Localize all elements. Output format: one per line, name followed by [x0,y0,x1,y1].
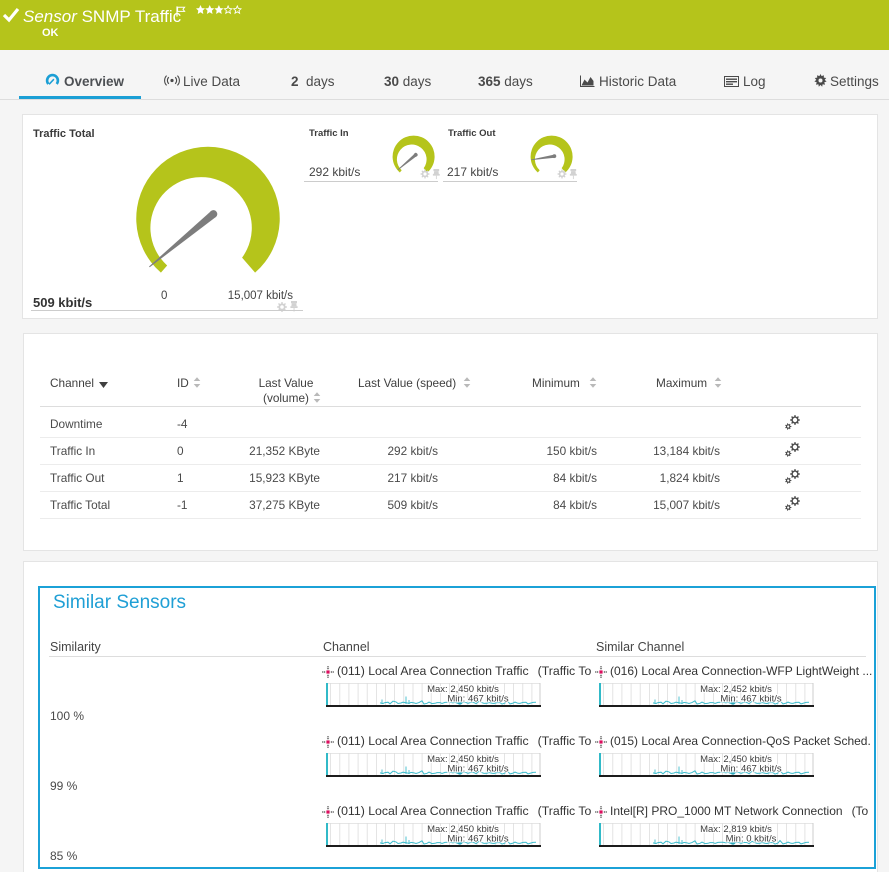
svg-text:Min: 467 kbit/s: Min: 467 kbit/s [447,764,508,775]
svg-text:Min: 467 kbit/s: Min: 467 kbit/s [447,834,508,845]
svg-text:Min: 467 kbit/s: Min: 467 kbit/s [720,694,781,705]
svg-text:Min: 0 kbit/s: Min: 0 kbit/s [726,834,777,845]
svg-text:Min: 467 kbit/s: Min: 467 kbit/s [720,764,781,775]
svg-text:Min: 467 kbit/s: Min: 467 kbit/s [447,694,508,705]
